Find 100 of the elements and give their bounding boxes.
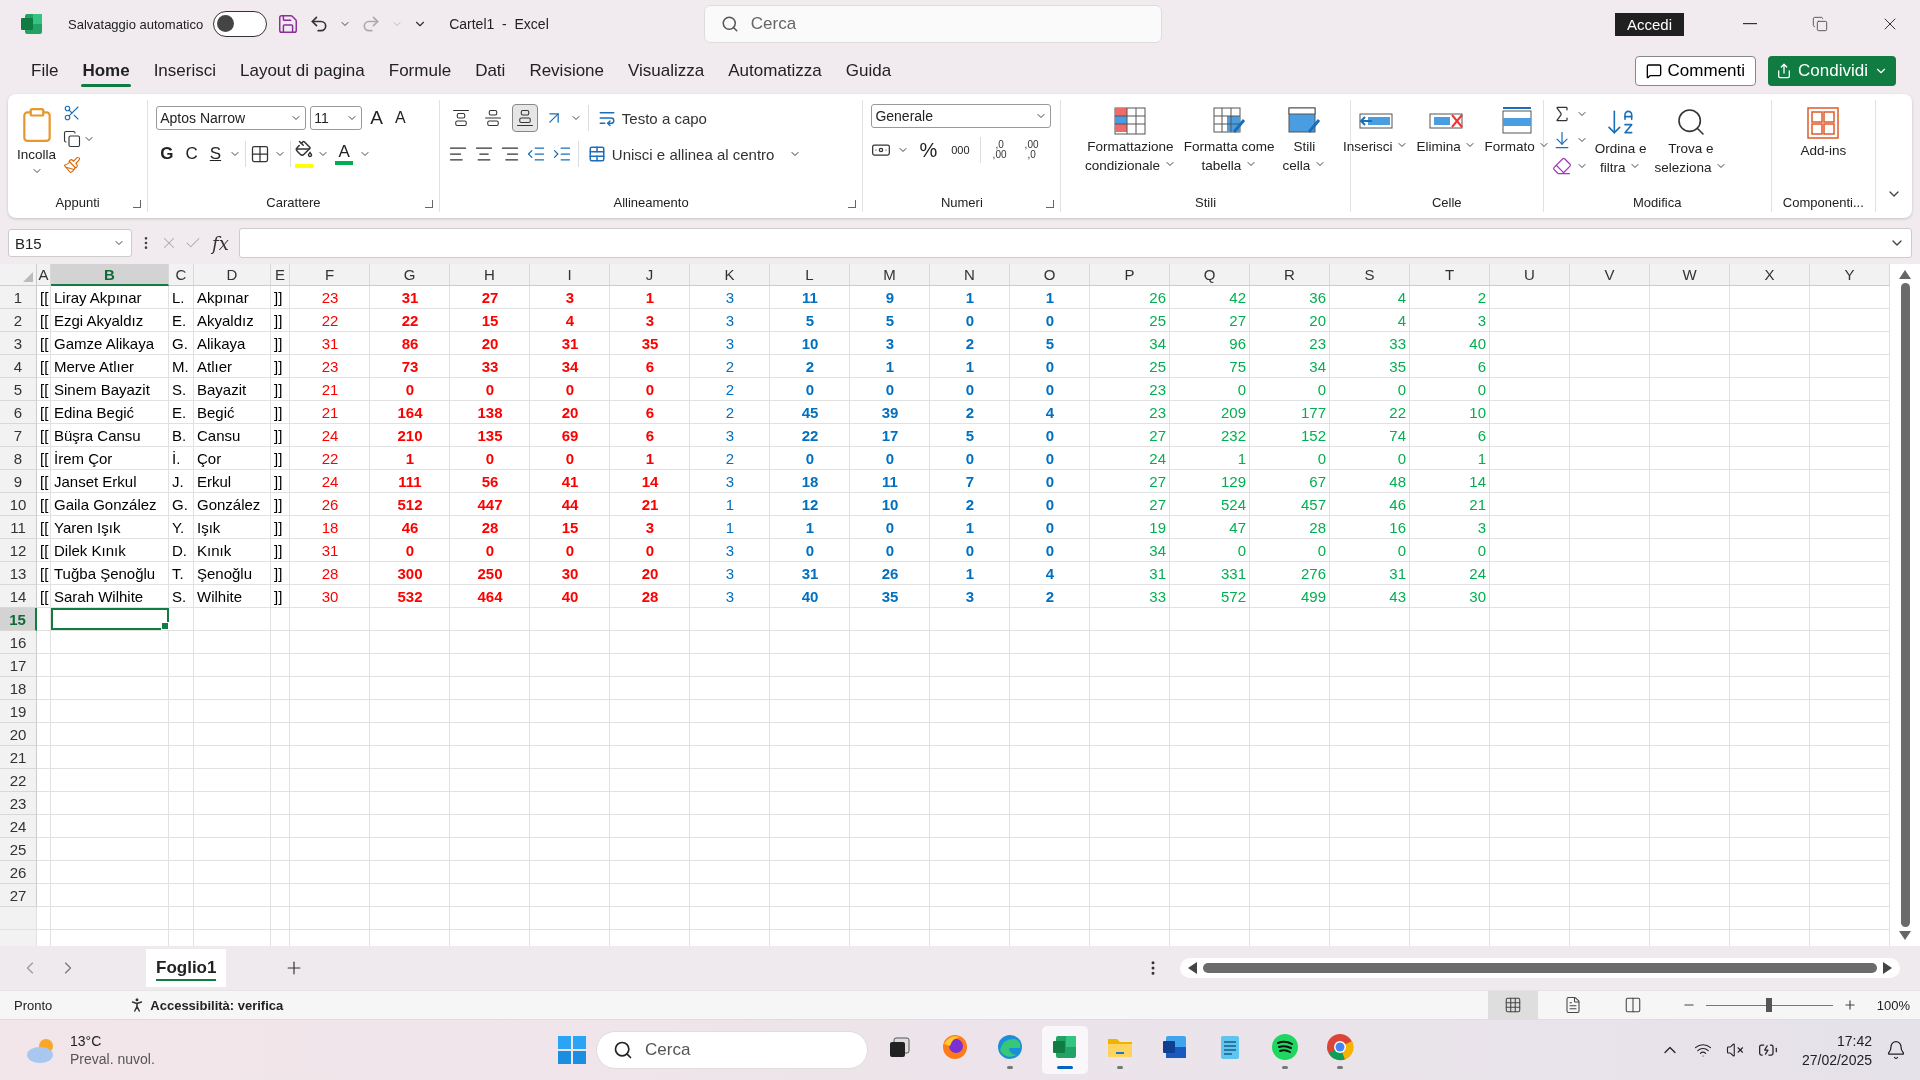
row-header[interactable]: 23 xyxy=(0,792,37,815)
underline-button[interactable]: S xyxy=(205,140,226,168)
increase-decimal-button[interactable]: ,0 ,00 xyxy=(986,136,1013,164)
dialog-launcher-icon[interactable] xyxy=(424,200,433,208)
ribbon-button[interactable]: Trova e seleziona xyxy=(1653,104,1729,178)
shrink-font-button[interactable]: A xyxy=(390,104,410,132)
merge-center-button[interactable]: Unisci e allinea al centro xyxy=(584,140,804,168)
italic-button[interactable]: C xyxy=(181,140,202,168)
menu-tab[interactable]: Automatizza xyxy=(717,55,833,87)
column-header[interactable]: G xyxy=(370,264,450,286)
column-header[interactable]: M xyxy=(850,264,930,286)
menu-tab[interactable]: File xyxy=(20,55,70,87)
row-header[interactable]: 11 xyxy=(0,516,37,539)
zoom-level[interactable]: 100% xyxy=(1876,997,1910,1013)
column-header[interactable]: T xyxy=(1410,264,1490,286)
font-size-field[interactable]: 11 xyxy=(310,106,363,130)
zoom-in-icon[interactable] xyxy=(1842,998,1857,1012)
menu-tab[interactable]: Guida xyxy=(834,55,903,87)
ribbon-button[interactable]: Stili cella xyxy=(1281,104,1328,176)
column-header[interactable]: V xyxy=(1570,264,1650,286)
row-header[interactable]: 16 xyxy=(0,631,37,654)
column-header[interactable]: N xyxy=(930,264,1010,286)
sheet-tab[interactable]: Foglio1 xyxy=(146,949,227,987)
ribbon-button[interactable]: Formattazione condizionale xyxy=(1084,104,1177,176)
menu-tab[interactable]: Revisione xyxy=(518,55,616,87)
row-header[interactable]: 19 xyxy=(0,700,37,723)
row-header[interactable]: 5 xyxy=(0,378,37,401)
start-icon[interactable] xyxy=(557,1035,587,1065)
column-header[interactable]: Y xyxy=(1810,264,1890,286)
dialog-launcher-icon[interactable] xyxy=(133,200,142,208)
dialog-launcher-icon[interactable] xyxy=(1046,200,1055,208)
column-header[interactable]: Q xyxy=(1170,264,1250,286)
row-header[interactable]: 17 xyxy=(0,654,37,677)
column-header[interactable]: D xyxy=(194,264,271,286)
column-header[interactable]: A xyxy=(37,264,51,286)
zoom-slider[interactable] xyxy=(1705,998,1833,1012)
row-header[interactable]: 4 xyxy=(0,355,37,378)
row-header[interactable]: 20 xyxy=(0,723,37,746)
row-header[interactable]: 8 xyxy=(0,447,37,470)
autosave-toggle[interactable] xyxy=(213,11,268,37)
column-header[interactable]: B xyxy=(51,264,169,286)
column-header[interactable]: K xyxy=(690,264,770,286)
row-header[interactable]: 7 xyxy=(0,424,37,447)
menu-tab[interactable]: Layout di pagina xyxy=(229,55,376,87)
column-header[interactable]: O xyxy=(1010,264,1090,286)
column-header[interactable]: H xyxy=(450,264,530,286)
bold-button[interactable]: G xyxy=(156,140,178,168)
taskbar-search-field[interactable]: Cerca xyxy=(596,1031,868,1069)
row-header[interactable]: 14 xyxy=(0,585,37,608)
ribbon-button[interactable]: Elimina xyxy=(1415,104,1478,157)
search-field[interactable]: Cerca xyxy=(703,5,1162,43)
clock-time[interactable]: 17:42 xyxy=(1836,1032,1872,1049)
formula-input[interactable] xyxy=(238,228,1912,258)
row-header[interactable]: 12 xyxy=(0,539,37,562)
column-header[interactable]: U xyxy=(1490,264,1570,286)
thousands-button[interactable]: 000 xyxy=(947,136,974,164)
insert-function-button[interactable]: fx xyxy=(208,232,233,254)
paste-button[interactable]: Incolla xyxy=(16,104,58,179)
column-header[interactable]: W xyxy=(1650,264,1730,286)
row-header[interactable]: 15 xyxy=(0,608,37,631)
column-header[interactable]: I xyxy=(530,264,610,286)
column-header[interactable]: J xyxy=(610,264,690,286)
row-header[interactable]: 1 xyxy=(0,286,37,309)
active-cell[interactable] xyxy=(51,608,169,630)
number-format-field[interactable]: Generale xyxy=(871,104,1052,128)
fill-color-icon[interactable] xyxy=(295,140,314,168)
ribbon-button[interactable]: Formatta come tabella xyxy=(1182,104,1276,176)
font-name-field[interactable]: Aptos Narrow xyxy=(156,106,307,130)
row-header[interactable]: 2 xyxy=(0,309,37,332)
column-header[interactable]: C xyxy=(169,264,194,286)
menu-tab[interactable]: Formule xyxy=(377,55,463,87)
column-header[interactable]: F xyxy=(290,264,370,286)
ribbon-button[interactable]: Inserisci xyxy=(1342,104,1410,157)
column-header[interactable]: R xyxy=(1250,264,1330,286)
zoom-slider-thumb[interactable] xyxy=(1766,998,1773,1012)
row-header[interactable]: 10 xyxy=(0,493,37,516)
column-header[interactable]: S xyxy=(1330,264,1410,286)
column-header[interactable]: X xyxy=(1730,264,1810,286)
dialog-launcher-icon[interactable] xyxy=(848,200,857,208)
vertical-align-button[interactable] xyxy=(511,104,538,132)
column-header[interactable]: P xyxy=(1090,264,1170,286)
save-icon[interactable] xyxy=(277,13,300,35)
menu-tab[interactable]: Dati xyxy=(464,55,517,87)
name-box[interactable]: B15 xyxy=(8,229,132,257)
wrap-text-button[interactable]: Testo a capo xyxy=(594,104,710,132)
row-header[interactable]: 13 xyxy=(0,562,37,585)
row-header[interactable]: 21 xyxy=(0,746,37,769)
row-header[interactable]: 9 xyxy=(0,470,37,493)
decrease-decimal-button[interactable]: ,00 ,0 xyxy=(1018,136,1045,164)
ribbon-button[interactable]: Formato xyxy=(1483,104,1552,157)
sign-in-button[interactable]: Accedi xyxy=(1614,12,1684,36)
row-header[interactable]: 18 xyxy=(0,677,37,700)
accessibility-status[interactable]: Accessibilità: verifica xyxy=(150,997,284,1013)
fill-handle[interactable] xyxy=(161,622,169,630)
menu-tab[interactable]: Visualizza xyxy=(617,55,716,87)
grow-font-button[interactable]: A xyxy=(366,104,387,132)
ribbon-button[interactable]: Ordina e filtra xyxy=(1593,104,1648,178)
percent-button[interactable]: % xyxy=(915,136,942,164)
menu-tab[interactable]: Home xyxy=(71,55,141,87)
row-header[interactable]: 27 xyxy=(0,884,37,907)
